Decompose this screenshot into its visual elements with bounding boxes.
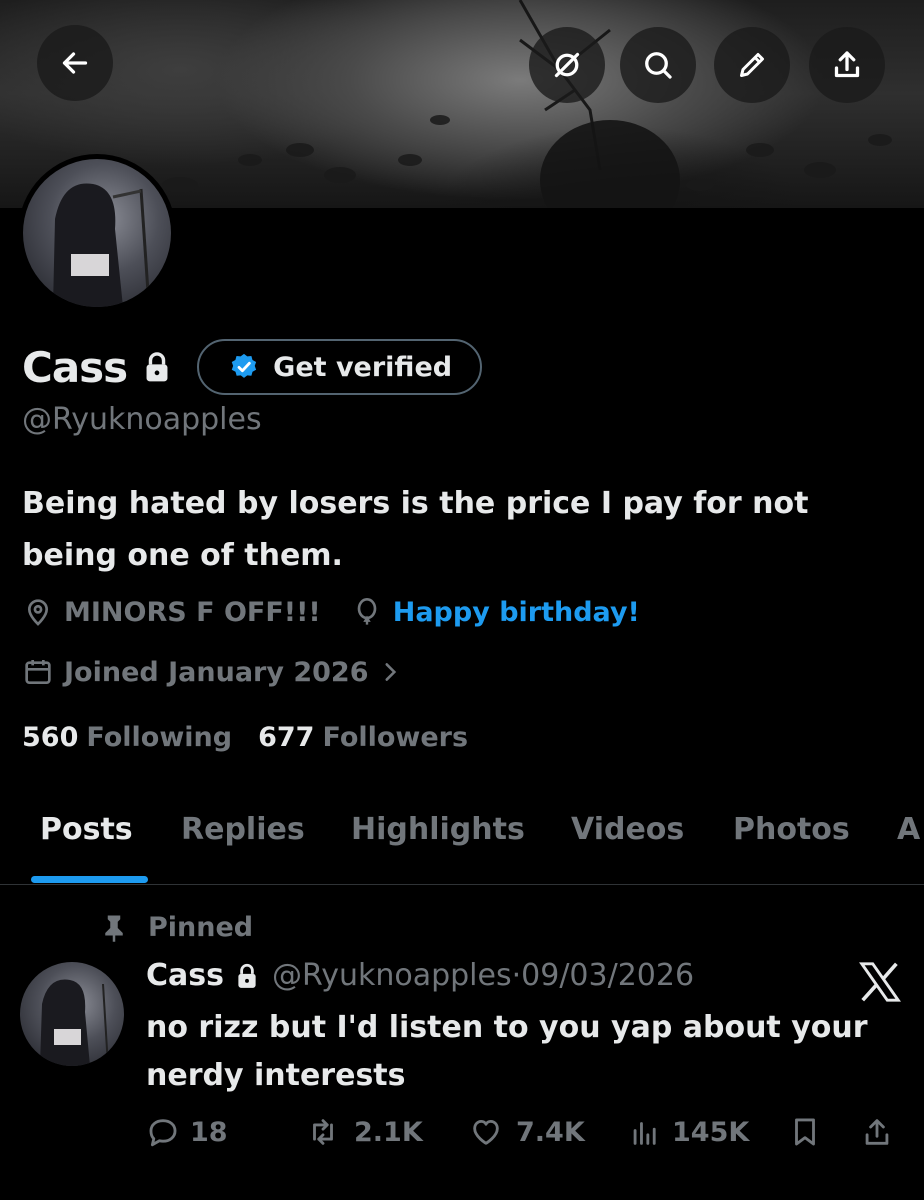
followers-link[interactable]: 677 Followers <box>258 722 468 753</box>
bookmark-icon <box>795 1118 815 1146</box>
share-button[interactable] <box>809 27 885 103</box>
arrow-left-icon <box>62 52 88 74</box>
x-logo-icon <box>859 962 901 1002</box>
tab-videos[interactable]: Videos <box>571 812 684 847</box>
tab-articles[interactable]: A <box>897 812 920 847</box>
back-button[interactable] <box>37 25 113 101</box>
post-avatar-image <box>40 979 109 1066</box>
repost-icon <box>313 1119 333 1145</box>
profile-handle: @Ryuknoapples <box>22 402 262 437</box>
post-actions: 18 2.1K 7.4K 145K <box>0 1115 924 1159</box>
tab-photos[interactable]: Photos <box>733 812 850 847</box>
like-button[interactable]: 7.4K <box>466 1115 585 1149</box>
tab-highlights[interactable]: Highlights <box>351 812 525 847</box>
post-author-avatar[interactable] <box>20 962 124 1066</box>
post-header: Cass @Ryuknoapples · 09/03/2026 <box>146 958 694 993</box>
post-share-icon <box>865 1119 889 1145</box>
post-date[interactable]: 09/03/2026 <box>521 958 694 993</box>
reply-count: 18 <box>190 1116 228 1148</box>
share-icon <box>834 51 860 78</box>
lock-icon <box>146 352 168 382</box>
verified-badge-icon <box>231 353 257 378</box>
display-name: Cass <box>22 342 128 392</box>
profile-name-row: Cass Get verified <box>22 336 483 398</box>
profile-bio: Being hated by losers is the price I pay… <box>22 486 809 573</box>
tab-posts[interactable]: Posts <box>40 812 133 847</box>
profile-tabs: Posts Replies Highlights Videos Photos A <box>0 800 924 885</box>
post-author-handle[interactable]: @Ryuknoapples <box>272 958 512 993</box>
get-verified-label: Get verified <box>273 351 453 383</box>
following-link[interactable]: 560 Following <box>22 722 232 753</box>
pencil-icon <box>740 53 764 77</box>
followers-count: 677 <box>258 722 315 753</box>
following-label: Following <box>86 722 233 753</box>
follow-counts: 560 Following 677 Followers <box>22 722 468 753</box>
post-lock-icon <box>238 963 256 988</box>
birthday-link[interactable]: Happy birthday! <box>393 597 640 628</box>
repost-button[interactable]: 2.1K <box>302 1115 423 1149</box>
edit-button[interactable] <box>714 27 790 103</box>
like-count: 7.4K <box>516 1116 585 1148</box>
reply-button[interactable]: 18 <box>146 1115 228 1149</box>
tab-replies[interactable]: Replies <box>181 812 305 847</box>
location-text: MINORS F OFF!!! <box>64 596 321 628</box>
grok-button[interactable] <box>529 27 605 103</box>
search-icon <box>645 52 672 79</box>
views-chart-icon <box>633 1122 656 1145</box>
followers-label: Followers <box>322 722 469 753</box>
post-separator: · <box>511 958 522 993</box>
repost-count: 2.1K <box>354 1116 423 1148</box>
get-verified-button[interactable]: Get verified <box>197 339 483 395</box>
active-tab-indicator <box>31 876 148 883</box>
profile-meta-row: MINORS F OFF!!! Happy birthday! <box>22 596 640 628</box>
reply-icon <box>149 1119 177 1147</box>
profile-avatar[interactable] <box>18 154 176 312</box>
following-count: 560 <box>22 722 79 753</box>
post-share-button[interactable] <box>860 1115 904 1149</box>
balloon-icon <box>357 598 377 625</box>
grok-icon <box>554 52 580 78</box>
chevron-right-icon <box>384 663 396 681</box>
post-text: no rizz but I'd listen to you yap about … <box>146 1010 868 1093</box>
search-button[interactable] <box>620 27 696 103</box>
avatar-image <box>23 159 171 307</box>
joined-text: Joined January 2026 <box>64 656 369 688</box>
joined-row[interactable]: Joined January 2026 <box>22 656 413 688</box>
calendar-icon <box>25 660 51 684</box>
views-button[interactable]: 145K <box>628 1115 749 1149</box>
location-pin-icon <box>27 599 49 626</box>
pin-icon <box>105 915 123 942</box>
pinned-label: Pinned <box>148 912 254 943</box>
post-author-name[interactable]: Cass <box>146 958 224 993</box>
views-count: 145K <box>672 1116 750 1148</box>
bookmark-button[interactable] <box>788 1115 832 1149</box>
heart-icon <box>473 1119 499 1145</box>
pinned-indicator: Pinned <box>100 912 253 943</box>
